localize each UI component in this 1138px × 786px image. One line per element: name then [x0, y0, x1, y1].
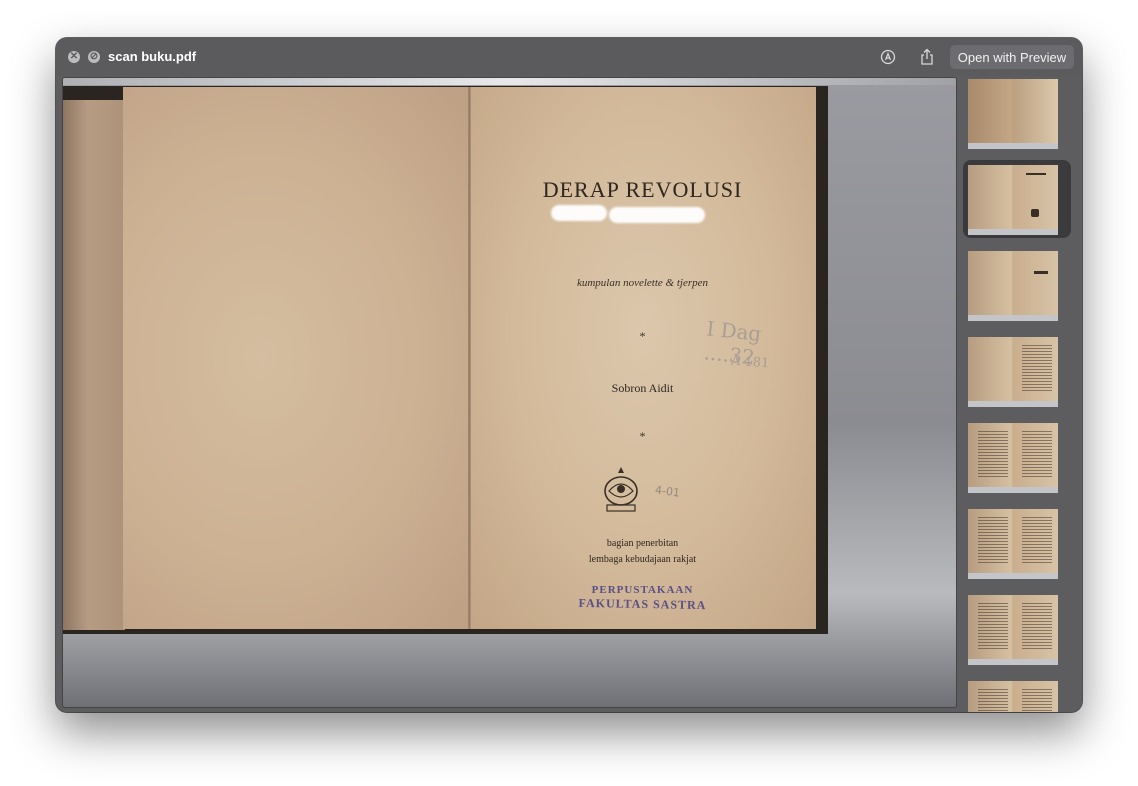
redaction-mark — [609, 207, 705, 223]
page-thumbnail[interactable] — [965, 248, 1069, 322]
thumbnail-image — [968, 595, 1058, 665]
fullscreen-icon[interactable]: ⊘ — [88, 51, 100, 63]
ornament-star: * — [639, 429, 646, 443]
thumbnail-image — [968, 337, 1058, 407]
title-bar: ✕ ⊘ scan buku.pdf Open with Preview — [56, 38, 1082, 76]
thumb-text-lines — [978, 517, 1008, 565]
book-cover-edge — [63, 100, 125, 630]
page-thumbnail[interactable] — [965, 76, 1069, 150]
page-thumbnail[interactable] — [965, 592, 1069, 666]
publisher-emblem — [604, 467, 638, 512]
quicklook-window: ✕ ⊘ scan buku.pdf Open with Preview DERA… — [56, 38, 1082, 712]
thumb-text-lines — [1022, 345, 1052, 393]
viewer-top-edge — [63, 78, 956, 85]
thumb-title-mark — [1026, 173, 1046, 175]
book-author: Sobron Aidit — [611, 381, 674, 395]
thumb-text-lines — [1022, 603, 1052, 651]
open-with-preview-button[interactable]: Open with Preview — [950, 45, 1074, 69]
left-page — [123, 87, 470, 629]
page-thumbnail[interactable] — [965, 678, 1069, 712]
thumbnail-image — [968, 509, 1058, 579]
thumb-text-lines — [978, 689, 1008, 712]
library-stamp: FAKULTAS SASTRA — [578, 595, 707, 613]
thumbnail-image — [968, 251, 1058, 321]
markup-icon[interactable] — [878, 47, 898, 67]
thumbnail-image — [968, 165, 1058, 235]
thumb-text-lines — [1022, 689, 1052, 712]
page-thumbnail[interactable] — [965, 506, 1069, 580]
share-icon-svg — [921, 48, 933, 65]
book-subtitle: kumpulan novelette & tjerpen — [576, 277, 709, 289]
document-viewer[interactable]: DERAP REVOLUSI kumpulan novelette & tjer… — [62, 77, 957, 708]
book-scan: DERAP REVOLUSI kumpulan novelette & tjer… — [63, 86, 828, 634]
thumb-text-lines — [978, 603, 1008, 651]
thumbnail-image — [968, 423, 1058, 493]
thumb-text-lines — [1022, 517, 1052, 565]
thumb-title-mark — [1034, 271, 1048, 274]
page-thumbnail[interactable] — [965, 334, 1069, 408]
book-title: DERAP REVOLUSI — [542, 177, 743, 202]
book-gutter — [468, 87, 471, 629]
publisher-line: lembaga kebudajaan rakjat — [588, 554, 697, 565]
thumb-text-lines — [978, 431, 1008, 479]
redaction-mark — [551, 205, 607, 221]
pencil-annotation: 4-01 — [654, 483, 681, 500]
page-thumbnail[interactable] — [965, 420, 1069, 494]
share-icon[interactable] — [917, 47, 937, 67]
thumb-emblem-mark — [1031, 209, 1039, 217]
thumb-text-lines — [1022, 431, 1052, 479]
publisher-line: bagian penerbitan — [606, 538, 679, 549]
window-title: scan buku.pdf — [108, 49, 197, 64]
close-icon[interactable]: ✕ — [68, 51, 80, 63]
thumbnail-image — [968, 681, 1058, 712]
markup-icon-svg — [880, 49, 896, 65]
thumbnail-sidebar[interactable] — [962, 76, 1082, 712]
right-page: DERAP REVOLUSI kumpulan novelette & tjer… — [469, 87, 816, 629]
pencil-annotation: A 181 — [730, 353, 770, 372]
thumbnail-image — [968, 79, 1058, 149]
page-thumbnail-selected[interactable] — [965, 162, 1069, 236]
